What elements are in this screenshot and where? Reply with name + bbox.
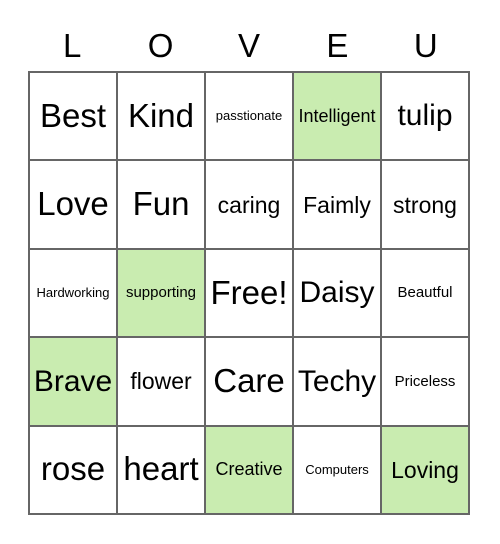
bingo-cell-r4-c1[interactable]: Brave xyxy=(30,338,118,427)
bingo-cell-r1-c5[interactable]: tulip xyxy=(382,73,470,162)
bingo-cell-r5-c3[interactable]: Creative xyxy=(206,426,294,515)
header-letter-2: V xyxy=(238,27,261,64)
bingo-card: L O V E U Best Kind passtionate Intelligent… xyxy=(0,0,500,544)
bingo-cell-r3-c3[interactable]: Free! xyxy=(206,249,294,339)
bingo-header-letters: L O V E U xyxy=(28,22,470,70)
bingo-cell-label: Love xyxy=(37,185,109,223)
bingo-cell-r1-c1[interactable]: Best xyxy=(30,73,118,162)
bingo-cell-label: heart xyxy=(123,450,199,488)
bingo-cell-r4-c4[interactable]: Techy xyxy=(294,338,382,427)
header-letter-4: U xyxy=(413,27,438,64)
bingo-cell-r3-c2[interactable]: supporting xyxy=(118,249,206,339)
bingo-cell-label: Creative xyxy=(215,459,283,480)
bingo-cell-r5-c5[interactable]: Loving xyxy=(382,426,470,515)
bingo-cell-label: Daisy xyxy=(299,276,375,310)
bingo-cell-label: Care xyxy=(213,362,285,400)
bingo-cell-label: passtionate xyxy=(215,108,283,124)
bingo-cell-r1-c2[interactable]: Kind xyxy=(118,73,206,162)
bingo-cell-r2-c5[interactable]: strong xyxy=(382,161,470,250)
bingo-cell-label: Faimly xyxy=(303,191,371,218)
bingo-cell-label: Computers xyxy=(305,461,369,477)
bingo-cell-label: Loving xyxy=(391,456,459,483)
bingo-cell-label: Hardworking xyxy=(36,285,110,301)
bingo-cell-r5-c4[interactable]: Computers xyxy=(294,426,382,515)
bingo-cell-label: Techy xyxy=(297,364,377,398)
bingo-cell-r5-c2[interactable]: heart xyxy=(118,426,206,515)
bingo-cell-label: tulip xyxy=(397,99,453,133)
bingo-cell-r4-c5[interactable]: Priceless xyxy=(382,338,470,427)
bingo-cell-r2-c2[interactable]: Fun xyxy=(118,161,206,250)
bingo-cell-label: Intelligent xyxy=(298,105,376,126)
bingo-cell-label: supporting xyxy=(125,284,197,302)
bingo-cell-label: Priceless xyxy=(394,372,456,390)
bingo-cell-label: flower xyxy=(130,368,192,395)
bingo-cell-r2-c1[interactable]: Love xyxy=(30,161,118,250)
bingo-cell-r2-c3[interactable]: caring xyxy=(206,161,294,250)
bingo-cell-label: Fun xyxy=(132,185,190,223)
bingo-cell-label: Brave xyxy=(33,364,113,398)
bingo-cell-label: strong xyxy=(393,191,457,218)
bingo-cell-r4-c3[interactable]: Care xyxy=(206,338,294,427)
bingo-cell-r1-c4[interactable]: Intelligent xyxy=(294,73,382,162)
bingo-cell-r3-c5[interactable]: Beautful xyxy=(382,249,470,339)
bingo-cell-r3-c1[interactable]: Hardworking xyxy=(30,249,118,339)
bingo-cell-label: Kind xyxy=(127,96,195,134)
bingo-cell-r1-c3[interactable]: passtionate xyxy=(206,73,294,162)
bingo-grid: Best Kind passtionate Intelligent tulip Love F… xyxy=(28,71,470,515)
header-letter-1: O xyxy=(147,27,174,64)
bingo-cell-label: Free! xyxy=(210,273,288,311)
bingo-cell-r5-c1[interactable]: rose xyxy=(30,426,118,515)
bingo-cell-label: Best xyxy=(39,96,107,134)
header-letter-0: L xyxy=(63,27,82,64)
bingo-cell-r2-c4[interactable]: Faimly xyxy=(294,161,382,250)
bingo-cell-r3-c4[interactable]: Daisy xyxy=(294,249,382,339)
header-letter-3: E xyxy=(326,27,349,64)
bingo-cell-r4-c2[interactable]: flower xyxy=(118,338,206,427)
bingo-cell-label: caring xyxy=(217,191,281,218)
bingo-cell-label: rose xyxy=(40,450,106,488)
bingo-cell-label: Beautful xyxy=(397,284,453,302)
